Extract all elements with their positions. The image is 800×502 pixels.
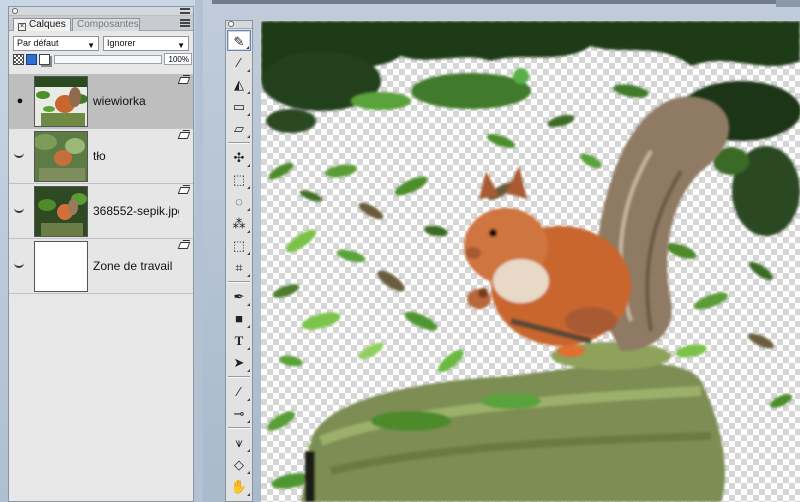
chevron-down-icon: ▼: [87, 41, 95, 50]
layer-thumbnail: [34, 76, 88, 127]
layer-thumbnail: [34, 241, 88, 292]
document-canvas[interactable]: [261, 21, 800, 502]
3d-transform-tool-icon[interactable]: ◇: [227, 454, 251, 475]
brush-tool-icon[interactable]: ✎: [227, 30, 251, 51]
warp-tool-icon[interactable]: ⩛: [227, 432, 251, 453]
lock-pixels-icon[interactable]: [26, 54, 37, 65]
toolbar-separator: [228, 376, 250, 378]
pen-tool-icon[interactable]: ✒: [227, 286, 251, 307]
tab-close-icon[interactable]: ×: [18, 23, 26, 31]
layer-type-icon: [177, 132, 191, 139]
ignore-select[interactable]: Ignorer ▼: [103, 36, 189, 51]
ignore-value: Ignorer: [107, 38, 136, 48]
toolbar-grip[interactable]: [226, 21, 252, 29]
rect-select-tool-icon[interactable]: ⬚: [227, 169, 251, 190]
eraser-tool-icon[interactable]: ▱: [227, 118, 251, 139]
eye-closed-icon[interactable]: [14, 208, 24, 213]
layer-name[interactable]: wiewiorka: [93, 94, 179, 108]
magic-wand-tool-icon[interactable]: ⁂: [227, 213, 251, 234]
layer-type-icon: [177, 187, 191, 194]
crop-tool-icon[interactable]: ⌗: [227, 257, 251, 278]
layer-thumbnail: [34, 186, 88, 237]
app-window: { "layers_panel": { "tabs": [ {"label": …: [0, 0, 800, 502]
window-corner: [776, 0, 800, 7]
toolbar-close-icon[interactable]: [228, 21, 234, 27]
layer-thumbnail: [34, 131, 88, 182]
eye-icon[interactable]: ●: [13, 96, 27, 107]
panel-close-icon[interactable]: [12, 8, 18, 14]
transform-select-tool-icon[interactable]: ⬚: [227, 235, 251, 256]
panel-options-menu-icon[interactable]: [180, 19, 190, 27]
layer-type-icon: [177, 77, 191, 84]
layer-row-368552-sepik[interactable]: 368552-sepik.jpg: [9, 184, 193, 239]
text-tool-icon[interactable]: T: [227, 330, 251, 351]
opacity-row: 100%: [9, 53, 193, 67]
tab-composantes-label: Composantes: [77, 19, 139, 30]
tab-calques[interactable]: × Calques: [13, 18, 71, 31]
panel-grip[interactable]: [9, 7, 193, 16]
tab-calques-label: Calques: [29, 19, 66, 30]
path-select-tool-icon[interactable]: ➤: [227, 352, 251, 373]
fill-tool-icon[interactable]: ◭: [227, 74, 251, 95]
eye-closed-icon[interactable]: [14, 263, 24, 268]
tab-composantes[interactable]: Composantes: [72, 18, 140, 31]
move-tool-icon[interactable]: ✣: [227, 147, 251, 168]
lock-transparency-icon[interactable]: [13, 54, 24, 65]
layer-name[interactable]: tło: [93, 149, 179, 163]
layers-panel: × Calques Composantes Par défaut ▼ Ignorer…: [8, 6, 194, 502]
blend-mode-value: Par défaut: [17, 38, 59, 48]
layers-empty-area: [9, 301, 193, 501]
painting-artwork: [261, 21, 800, 502]
layer-name[interactable]: 368552-sepik.jpg: [93, 204, 179, 218]
lock-all-icon[interactable]: [39, 54, 50, 65]
panel-divider[interactable]: [195, 0, 203, 502]
eyedropper-tool-icon[interactable]: ⁄: [227, 52, 251, 73]
lasso-tool-icon[interactable]: ◌: [227, 191, 251, 212]
tools-panel: ✎ ⁄ ◭ ▭ ▱ ✣ ⬚ ◌ ⁂ ⬚ ⌗ ✒ ■ T ➤ ⁄ ⊸ ⩛ ◇ ✋: [225, 20, 253, 502]
layer-row-tlo[interactable]: tło: [9, 129, 193, 184]
toolbar-separator: [228, 427, 250, 429]
opacity-value[interactable]: 100%: [164, 53, 192, 65]
hand-tool-icon[interactable]: ✋: [227, 476, 251, 497]
blend-mode-select[interactable]: Par défaut ▼: [13, 36, 99, 51]
layer-type-icon: [177, 242, 191, 249]
document-tab-strip: [212, 0, 800, 4]
color-picker-tool-icon[interactable]: ⁄: [227, 381, 251, 402]
toolbar-separator: [228, 142, 250, 144]
panel-tabs: × Calques Composantes: [9, 16, 193, 31]
chevron-down-icon: ▼: [177, 41, 185, 50]
gradient-tool-icon[interactable]: ⊸: [227, 403, 251, 424]
layer-row-zone-de-travail[interactable]: Zone de travail: [9, 239, 193, 294]
eye-closed-icon[interactable]: [14, 153, 24, 158]
toolbar-separator: [228, 281, 250, 283]
opacity-slider[interactable]: [54, 55, 162, 64]
shape-tool-icon[interactable]: ■: [227, 308, 251, 329]
layer-name[interactable]: Zone de travail: [93, 259, 179, 273]
rectangle-tool-icon[interactable]: ▭: [227, 96, 251, 117]
layer-row-wiewiorka[interactable]: ● wiewiorka: [9, 74, 193, 129]
layer-options-row: Par défaut ▼ Ignorer ▼: [9, 31, 193, 53]
panel-menu-icon[interactable]: [180, 8, 190, 14]
